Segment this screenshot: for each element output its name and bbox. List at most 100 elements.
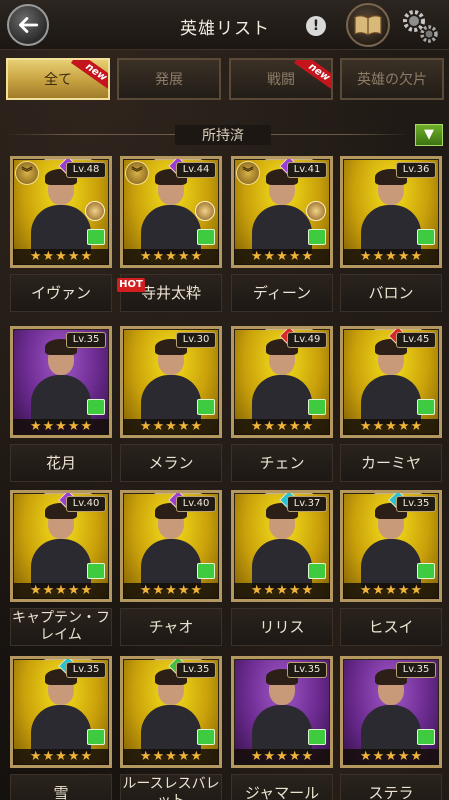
hero-card[interactable]: Lv.35 ★ ★ ★ ★ ★ ジャマール: [227, 650, 337, 800]
settings-button[interactable]: [398, 6, 442, 46]
star-icon: ★: [301, 249, 314, 264]
hero-guide-button[interactable]: [346, 3, 390, 47]
star-icon: ★: [67, 419, 80, 434]
star-rating: ★ ★ ★ ★ ★: [123, 749, 219, 765]
star-rating: ★ ★ ★ ★ ★: [123, 419, 219, 435]
hero-card[interactable]: Lv.30 ★ ★ ★ ★ ★ メラン: [116, 320, 226, 486]
hero-name: ステラ: [340, 774, 442, 800]
info-button[interactable]: !: [306, 16, 326, 36]
hero-portrait: Lv.30 ★ ★ ★ ★ ★: [120, 326, 222, 438]
back-button[interactable]: [7, 4, 49, 46]
star-icon: ★: [55, 249, 67, 264]
star-icon: ★: [190, 419, 203, 434]
hero-level: Lv.35: [176, 662, 216, 678]
star-icon: ★: [359, 749, 372, 764]
hero-figure: [359, 669, 423, 755]
star-icon: ★: [397, 419, 410, 434]
star-icon: ★: [301, 583, 314, 598]
star-rating: ★ ★ ★ ★ ★: [13, 249, 109, 265]
star-icon: ★: [410, 249, 423, 264]
star-icon: ★: [152, 249, 165, 264]
tab-hero-fragments[interactable]: 英雄の欠片: [340, 58, 444, 100]
hero-level: Lv.48: [66, 162, 106, 178]
hero-figure: [359, 503, 423, 589]
hero-card[interactable]: Lv.35★★★★★ルースレスバレット: [116, 650, 226, 800]
hero-card[interactable]: Lv.45 ★ ★ ★ ★ ★ カーミヤ: [336, 320, 446, 486]
hero-name: イヴァン: [10, 274, 112, 312]
hero-card[interactable]: Lv.49 ★ ★ ★ ★ ★ チェン: [227, 320, 337, 486]
new-ribbon: new: [70, 60, 108, 93]
star-icon: ★: [410, 749, 423, 764]
star-icon: ★: [55, 749, 67, 764]
star-icon: ★: [301, 749, 314, 764]
star-icon: ★: [250, 419, 263, 434]
hero-name: 雪: [10, 774, 112, 800]
equipment-shirt-icon: [308, 229, 326, 245]
hero-level: Lv.37: [287, 496, 327, 512]
hero-name: バロン: [340, 274, 442, 312]
star-icon: ★: [67, 583, 80, 598]
hero-portrait: Lv.36 ★ ★ ★ ★ ★: [340, 156, 442, 268]
star-icon: ★: [288, 419, 301, 434]
hero-portrait: Lv.49 ★ ★ ★ ★ ★: [231, 326, 333, 438]
equipment-shirt-icon: [417, 563, 435, 579]
tab-battle[interactable]: 戦闘 new: [229, 58, 333, 100]
hot-badge: HOT: [117, 278, 145, 292]
hero-card[interactable]: ︾ Lv.48 ★ ★ ★ ★ ★ イヴァン: [6, 150, 116, 316]
star-icon: ★: [397, 583, 410, 598]
star-icon: ★: [276, 249, 288, 264]
hero-card[interactable]: Lv.36 ★ ★ ★ ★ ★ バロン: [336, 150, 446, 316]
star-icon: ★: [80, 249, 93, 264]
star-icon: ★: [276, 749, 288, 764]
tab-label: 発展: [155, 72, 183, 88]
hero-card[interactable]: Lv.35 ★ ★ ★ ★ ★ ヒスイ: [336, 484, 446, 650]
rank-chevron-icon: ︾: [125, 161, 149, 185]
star-icon: ★: [177, 749, 190, 764]
hero-figure: [139, 169, 203, 255]
hero-figure: [250, 169, 314, 255]
hero-figure: [250, 669, 314, 755]
star-rating: ★ ★ ★ ★ ★: [13, 749, 109, 765]
star-icon: ★: [263, 583, 276, 598]
tab-all[interactable]: 全て new: [6, 58, 110, 100]
star-icon: ★: [67, 249, 80, 264]
star-icon: ★: [177, 249, 190, 264]
star-icon: ★: [29, 419, 42, 434]
hero-card[interactable]: Lv.35 ★ ★ ★ ★ ★ 雪: [6, 650, 116, 800]
rank-chevron-icon: ︾: [236, 161, 260, 185]
star-icon: ★: [80, 419, 93, 434]
back-arrow-icon: [19, 17, 39, 33]
equipment-shirt-icon: [417, 229, 435, 245]
star-icon: ★: [359, 419, 372, 434]
star-rating: ★ ★ ★ ★ ★: [13, 419, 109, 435]
hero-portrait: Lv.40 ★ ★ ★ ★ ★: [10, 490, 112, 602]
star-icon: ★: [372, 583, 385, 598]
tab-development[interactable]: 発展: [117, 58, 221, 100]
hero-level: Lv.40: [66, 496, 106, 512]
equipment-shirt-icon: [87, 563, 105, 579]
star-icon: ★: [42, 583, 55, 598]
star-icon: ★: [385, 249, 397, 264]
hero-figure: [250, 503, 314, 589]
hero-card[interactable]: Lv.40 ★ ★ ★ ★ ★ キャプテン・フレイム: [6, 484, 116, 650]
star-icon: ★: [410, 419, 423, 434]
hero-card[interactable]: Lv.35 ★ ★ ★ ★ ★ 花月: [6, 320, 116, 486]
star-icon: ★: [385, 583, 397, 598]
star-icon: ★: [42, 749, 55, 764]
hero-portrait: Lv.35 ★ ★ ★ ★ ★: [340, 490, 442, 602]
filter-dropdown-button[interactable]: ▼: [415, 124, 443, 146]
hero-figure: [359, 339, 423, 425]
star-icon: ★: [250, 583, 263, 598]
hero-name: ヒスイ: [340, 608, 442, 646]
hero-card[interactable]: Lv.37 ★ ★ ★ ★ ★ リリス: [227, 484, 337, 650]
star-icon: ★: [250, 249, 263, 264]
hero-name: カーミヤ: [340, 444, 442, 482]
hero-card[interactable]: Lv.35 ★ ★ ★ ★ ★ ステラ: [336, 650, 446, 800]
star-icon: ★: [190, 583, 203, 598]
star-icon: ★: [80, 583, 93, 598]
star-rating: ★ ★ ★ ★ ★: [123, 249, 219, 265]
medal-icon: [306, 201, 326, 221]
hero-portrait: ︾ Lv.41 ★ ★ ★ ★ ★: [231, 156, 333, 268]
hero-card[interactable]: ︾ Lv.41 ★ ★ ★ ★ ★ ディーン: [227, 150, 337, 316]
hero-card[interactable]: Lv.40 ★ ★ ★ ★ ★ チャオ: [116, 484, 226, 650]
